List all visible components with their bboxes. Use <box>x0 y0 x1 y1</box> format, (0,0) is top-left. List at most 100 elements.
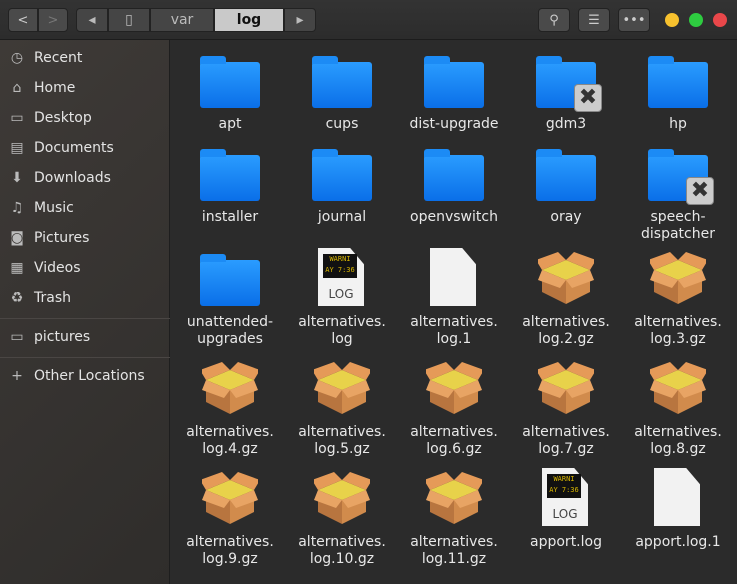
archive-icon <box>422 358 486 420</box>
home-icon: ⌂ <box>12 80 22 96</box>
folder-icon <box>422 50 486 112</box>
log-screen-line: AY 7:36 <box>549 486 579 494</box>
package-icon <box>202 362 258 414</box>
sidebar-item-home[interactable]: ⌂ Home <box>8 76 76 100</box>
sidebar-item-pictures[interactable]: ◙ Pictures <box>8 226 89 250</box>
sidebar-item-music[interactable]: ♫ Music <box>8 196 74 220</box>
archive-icon <box>534 248 598 310</box>
file-name: apport.log.1 <box>635 534 721 550</box>
breadcrumb-root-drive[interactable]: ▯ <box>108 8 150 32</box>
folder-icon <box>198 248 262 310</box>
sidebar-item-documents[interactable]: ▤ Documents <box>8 136 113 160</box>
breadcrumb-log[interactable]: log <box>214 8 284 32</box>
file-item[interactable]: apt <box>174 50 286 133</box>
file-item[interactable]: ✖ gdm3 <box>510 50 622 133</box>
camera-icon: ◙ <box>10 230 24 246</box>
file-item[interactable]: installer <box>174 143 286 226</box>
page-shape <box>430 248 476 306</box>
file-item[interactable]: alternatives. log.7.gz <box>510 358 622 458</box>
file-item[interactable]: dist-upgrade <box>398 50 510 133</box>
file-item[interactable]: alternatives. log.2.gz <box>510 248 622 348</box>
file-name: speech-dispatcher <box>641 209 715 242</box>
drive-icon: ▯ <box>125 12 133 28</box>
file-item[interactable]: ✖ speech-dispatcher <box>622 143 734 243</box>
page-shape <box>654 468 700 526</box>
archive-icon <box>646 358 710 420</box>
folder-shape <box>312 149 372 201</box>
close-button[interactable] <box>713 13 727 27</box>
no-access-icon: ✖ <box>574 84 602 112</box>
package-icon <box>426 472 482 524</box>
file-item[interactable]: WARNI AY 7:36 LOG alternatives. log <box>286 248 398 348</box>
file-item[interactable]: alternatives. log.9.gz <box>174 468 286 568</box>
sidebar-item-desktop[interactable]: ▭ Desktop <box>8 106 91 130</box>
folder-icon <box>646 50 710 112</box>
file-item[interactable]: journal <box>286 143 398 226</box>
breadcrumb-scroll-left[interactable]: ◂ <box>76 8 108 32</box>
file-name: alternatives. log.10.gz <box>298 534 386 567</box>
file-item[interactable]: WARNI AY 7:36 LOG apport.log <box>510 468 622 551</box>
music-icon: ♫ <box>10 200 24 216</box>
sidebar-item-recent[interactable]: ◷ Recent <box>8 46 83 70</box>
folder-shape <box>200 254 260 306</box>
folder-icon <box>422 143 486 205</box>
sidebar-item-trash-label: Trash <box>34 290 71 306</box>
archive-icon <box>646 248 710 310</box>
sidebar: ◷ Recent ⌂ Home ▭ Desktop ▤ Documents ⬇ Downloads… <box>0 40 170 584</box>
sidebar-item-home-label: Home <box>34 80 76 96</box>
file-name: alternatives. log.8.gz <box>634 424 722 457</box>
folder-icon: ✖ <box>534 50 602 112</box>
back-button[interactable]: < <box>8 8 38 32</box>
file-item[interactable]: hp <box>622 50 734 133</box>
file-name: cups <box>325 116 359 132</box>
file-grid: apt cups dist-upgrade ✖ gdm3 hp installer journ… <box>170 40 737 584</box>
sidebar-bookmark-pictures[interactable]: ▭ pictures <box>8 325 90 349</box>
file-item[interactable]: alternatives. log.11.gz <box>398 468 510 568</box>
text-file-icon <box>422 248 486 310</box>
file-item[interactable]: alternatives. log.10.gz <box>286 468 398 568</box>
file-item[interactable]: openvswitch <box>398 143 510 226</box>
sidebar-item-videos-label: Videos <box>34 260 81 276</box>
search-button[interactable]: ⚲ <box>538 8 570 32</box>
file-item[interactable]: oray <box>510 143 622 226</box>
log-file-icon: WARNI AY 7:36 LOG <box>534 468 598 530</box>
file-item[interactable]: alternatives. log.6.gz <box>398 358 510 458</box>
file-name: hp <box>669 116 687 132</box>
file-item[interactable]: alternatives. log.4.gz <box>174 358 286 458</box>
breadcrumb-scroll-right[interactable]: ▸ <box>284 8 316 32</box>
folder-icon <box>198 50 262 112</box>
view-list-button[interactable]: ☰ <box>578 8 610 32</box>
log-screen-line: WARNI <box>329 255 351 263</box>
file-item[interactable]: alternatives. log.8.gz <box>622 358 734 458</box>
sidebar-item-downloads[interactable]: ⬇ Downloads <box>8 166 111 190</box>
file-name: alternatives. log.11.gz <box>410 534 498 567</box>
maximize-button[interactable] <box>689 13 703 27</box>
file-item[interactable]: alternatives. log.5.gz <box>286 358 398 458</box>
file-item[interactable]: alternatives. log.3.gz <box>622 248 734 348</box>
sidebar-item-other-locations[interactable]: + Other Locations <box>8 364 145 388</box>
sidebar-item-videos[interactable]: ▦ Videos <box>8 256 81 280</box>
list-icon: ☰ <box>588 12 600 28</box>
log-label: LOG <box>328 287 354 301</box>
minimize-button[interactable] <box>665 13 679 27</box>
file-item[interactable]: unattended-upgrades <box>174 248 286 348</box>
menu-button[interactable]: ••• <box>618 8 650 32</box>
package-icon <box>538 362 594 414</box>
breadcrumb-var[interactable]: var <box>150 8 214 32</box>
sidebar-item-trash[interactable]: ♻ Trash <box>8 286 71 310</box>
file-name: unattended-upgrades <box>186 314 274 347</box>
file-item[interactable]: alternatives. log.1 <box>398 248 510 348</box>
file-name: alternatives. log.2.gz <box>522 314 610 347</box>
package-icon <box>202 472 258 524</box>
log-screen: WARNI AY 7:36 <box>323 254 357 278</box>
file-item[interactable]: cups <box>286 50 398 133</box>
chevron-left-icon: < <box>17 12 29 28</box>
divider <box>0 357 170 358</box>
package-icon <box>314 362 370 414</box>
file-name: alternatives. log <box>298 314 386 347</box>
forward-button[interactable]: > <box>38 8 68 32</box>
file-name: apt <box>218 116 242 132</box>
trash-icon: ♻ <box>10 290 24 306</box>
folder-shape <box>200 149 260 201</box>
file-item[interactable]: apport.log.1 <box>622 468 734 551</box>
